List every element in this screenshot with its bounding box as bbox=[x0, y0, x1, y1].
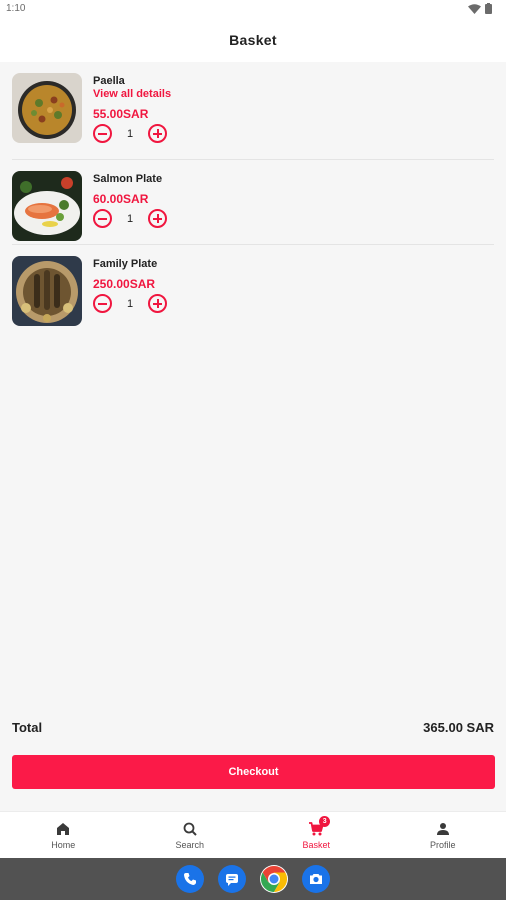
decrease-quantity-button[interactable] bbox=[93, 209, 112, 228]
search-icon bbox=[183, 822, 197, 836]
status-bar: 1:10 bbox=[0, 0, 506, 18]
total-row: Total 365.00 SAR bbox=[12, 720, 494, 735]
messages-icon[interactable] bbox=[218, 865, 246, 893]
system-dock bbox=[0, 858, 506, 900]
total-label: Total bbox=[12, 720, 43, 735]
battery-icon bbox=[485, 3, 492, 14]
decrease-quantity-button[interactable] bbox=[93, 124, 112, 143]
cart-count-badge: 3 bbox=[319, 816, 331, 827]
increase-quantity-button[interactable] bbox=[148, 124, 167, 143]
family-plate-image[interactable] bbox=[12, 256, 82, 326]
nav-label: Search bbox=[175, 839, 205, 850]
nav-label: Profile bbox=[429, 839, 456, 850]
page-title: Basket bbox=[229, 32, 277, 48]
view-details-link[interactable]: View all details bbox=[93, 88, 171, 100]
increase-quantity-button[interactable] bbox=[148, 294, 167, 313]
nav-label: Home bbox=[51, 839, 76, 850]
item-name: Salmon Plate bbox=[93, 173, 163, 185]
nav-item-home[interactable]: Home bbox=[0, 812, 127, 858]
item-name: Family Plate bbox=[93, 258, 158, 270]
home-icon bbox=[57, 822, 70, 835]
item-price: 250.00SAR bbox=[93, 277, 156, 291]
total-value: 365.00 SAR bbox=[423, 720, 494, 735]
paella-image[interactable] bbox=[12, 73, 82, 143]
item-price: 60.00SAR bbox=[93, 192, 149, 206]
nav-item-basket[interactable]: 3 Basket bbox=[253, 812, 380, 858]
item-price: 55.00SAR bbox=[93, 107, 149, 121]
app-header: Basket bbox=[0, 18, 506, 62]
chrome-icon[interactable] bbox=[260, 865, 288, 893]
quantity-value: 1 bbox=[126, 212, 134, 225]
checkout-button[interactable]: Checkout bbox=[12, 755, 495, 789]
nav-item-profile[interactable]: Profile bbox=[380, 812, 506, 858]
status-icons bbox=[468, 3, 492, 14]
wifi-icon bbox=[468, 3, 481, 14]
quantity-stepper: 1 bbox=[93, 209, 167, 228]
increase-quantity-button[interactable] bbox=[148, 209, 167, 228]
quantity-value: 1 bbox=[126, 127, 134, 140]
basket-item-list: Paella View all details 55.00SAR 1 Salmo… bbox=[0, 62, 506, 330]
quantity-value: 1 bbox=[126, 297, 134, 310]
basket-item-paella: Paella View all details 55.00SAR 1 bbox=[0, 62, 506, 160]
phone-icon[interactable] bbox=[176, 865, 204, 893]
basket-item-salmon-plate: Salmon Plate 60.00SAR 1 bbox=[0, 160, 506, 245]
bottom-navigation: Home Search 3 Basket Profile bbox=[0, 811, 506, 858]
nav-item-search[interactable]: Search bbox=[127, 812, 254, 858]
camera-icon[interactable] bbox=[302, 865, 330, 893]
salmon-plate-image[interactable] bbox=[12, 171, 82, 241]
quantity-stepper: 1 bbox=[93, 294, 167, 313]
person-icon bbox=[436, 822, 449, 835]
decrease-quantity-button[interactable] bbox=[93, 294, 112, 313]
quantity-stepper: 1 bbox=[93, 124, 167, 143]
basket-item-family-plate: Family Plate 250.00SAR 1 bbox=[0, 245, 506, 330]
status-time: 1:10 bbox=[6, 3, 26, 14]
nav-label: Basket bbox=[302, 839, 330, 850]
item-name: Paella bbox=[93, 75, 125, 87]
